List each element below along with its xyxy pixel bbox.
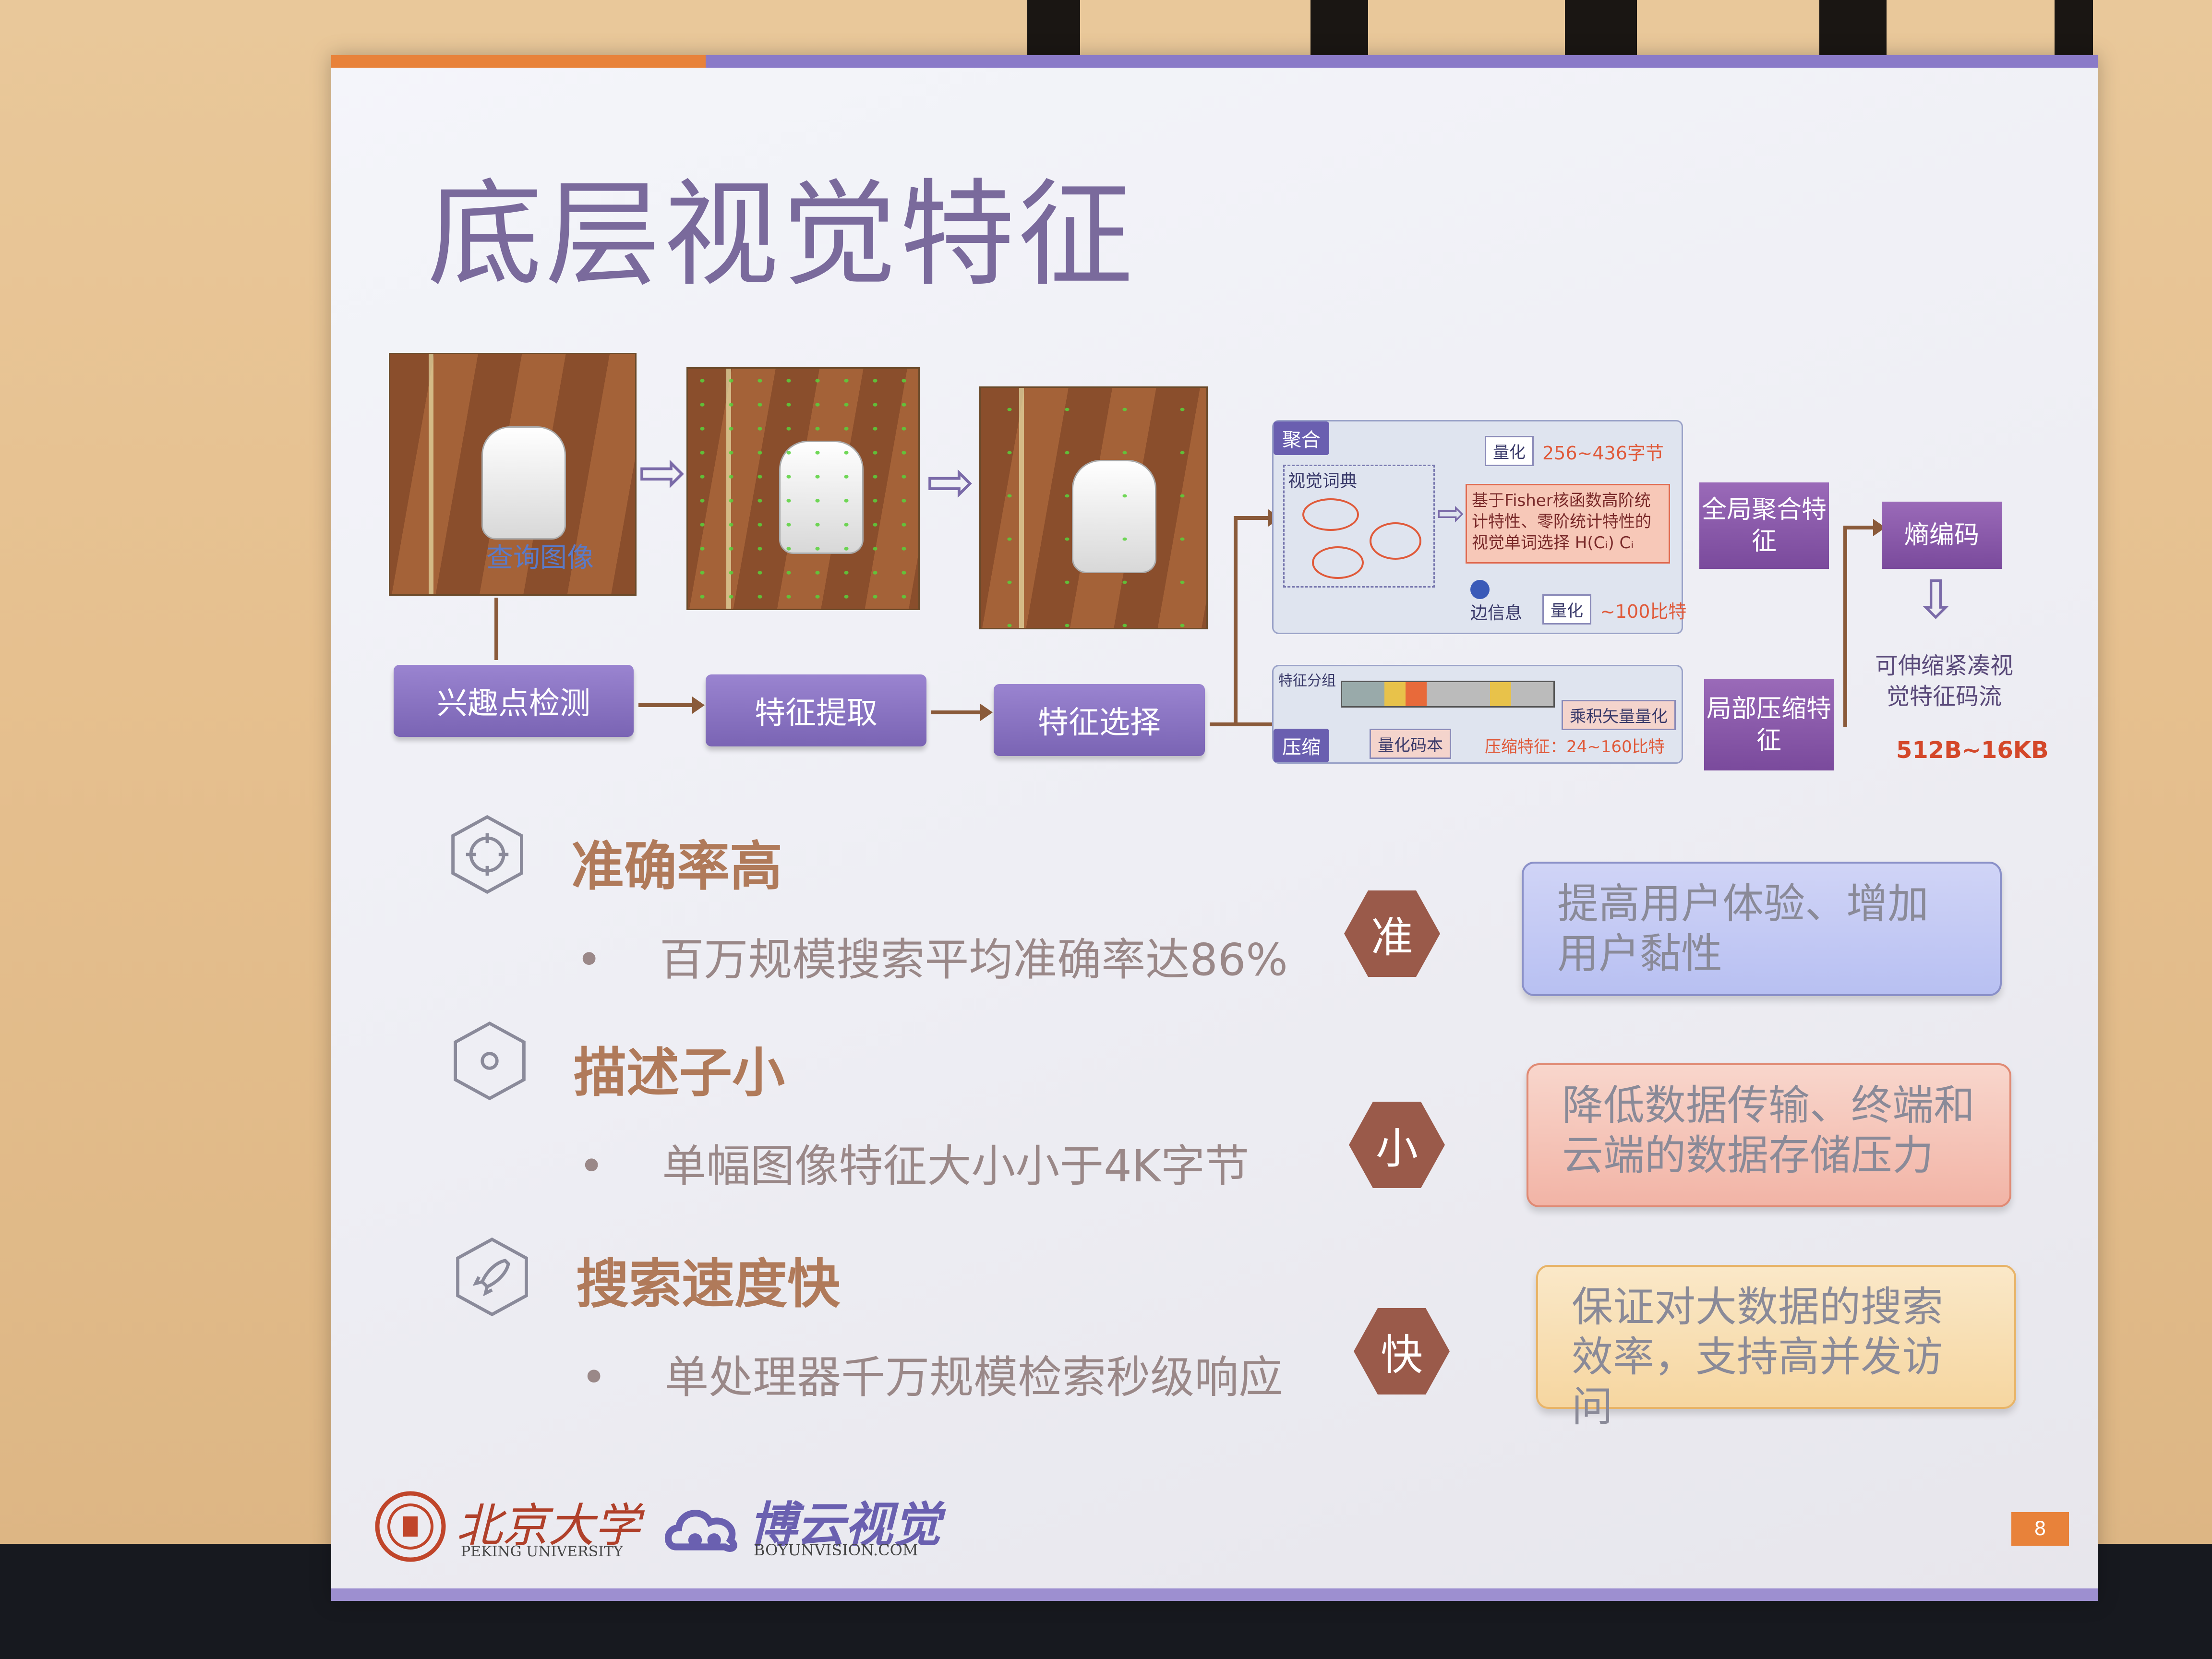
aggregation-panel: 聚合 视觉词典 ⇨ 量化 256~436字节 基于Fisher核函数高阶统计特性… [1272, 420, 1687, 634]
arrow-down-icon: ⇨ [1907, 577, 1969, 622]
quantize-label: 量化 [1542, 594, 1591, 625]
slide-title: 底层视觉特征 [427, 168, 1136, 302]
global-aggregated-feature: 全局聚合特征 [1699, 482, 1829, 569]
circle-icon [454, 1021, 526, 1101]
feature-title-speed: 搜索速度快 [576, 1253, 840, 1315]
bottom-accent-bar [331, 1588, 2098, 1601]
rocket-icon [456, 1237, 528, 1317]
benefit-box-compact: 降低数据传输、终端和云端的数据存储压力 [1527, 1063, 2011, 1207]
query-image: 查询图像 [389, 353, 637, 596]
fisher-selection-box: 基于Fisher核函数高阶统计特性、零阶统计特性的视觉单词选择 H(Cᵢ) Cᵢ [1466, 484, 1670, 564]
badge-small: 小 [1349, 1102, 1445, 1188]
boyun-logo-en: BOYUNVISION.COM [754, 1541, 918, 1559]
arrow-right-icon: ⇨ [926, 449, 975, 516]
local-compressed-feature: 局部压缩特征 [1704, 679, 1834, 770]
feature-bullet-accuracy: 百万规模搜索平均准确率达86% [576, 924, 1288, 988]
feature-grouping-label: 特征分组 [1278, 673, 1336, 689]
edge-info-label: 边信息 [1470, 603, 1523, 623]
edge-info-icon [1470, 580, 1490, 599]
arrow-icon [931, 704, 993, 721]
slide: 底层视觉特征 查询图像 ⇨ ⇨ 兴趣点检测 特征提取 特征选择 聚合 视觉词典 … [331, 55, 2098, 1601]
quantize-range: 256~436字节 [1542, 443, 1664, 464]
quantization-codebook: 量化码本 [1370, 729, 1451, 759]
keypoint-image [686, 367, 920, 610]
arrow-icon [638, 697, 705, 714]
step-interest-point-detection: 兴趣点检测 [394, 665, 634, 737]
step-feature-extraction: 特征提取 [706, 674, 926, 746]
feature-bullet-speed: 单处理器千万规模检索秒级响应 [581, 1342, 1283, 1406]
target-icon [451, 815, 523, 894]
badge-fast: 快 [1354, 1308, 1450, 1395]
compression-panel: 特征分组 乘积矢量量化 压缩 量化码本 压缩特征：24~160比特 [1272, 665, 1683, 764]
pku-seal-icon [375, 1491, 446, 1562]
car-image [481, 426, 566, 540]
stream-size: 512B~16KB [1896, 737, 2049, 764]
quantize-label: 量化 [1485, 436, 1534, 466]
top-accent-bar [706, 55, 2098, 68]
step-feature-selection: 特征选择 [994, 684, 1205, 756]
quantize-bits: ~100比特 [1600, 601, 1687, 622]
arrow-icon [1210, 716, 1286, 733]
arrow-icon [1234, 509, 1281, 527]
pku-logo-en: PEKING UNIVERSITY [461, 1543, 623, 1560]
benefit-box-speed: 保证对大数据的搜索效率，支持高并发访问 [1536, 1265, 2016, 1431]
scalable-stream-label: 可伸缩紧凑视觉特征码流 [1875, 652, 2013, 710]
boyun-cloud-icon [664, 1510, 737, 1552]
benefit-box-accuracy: 提高用户体验、增加用户黏性 [1522, 862, 2002, 996]
page-number: 8 [2011, 1512, 2069, 1546]
compression-tag: 压缩 [1274, 729, 1329, 762]
feature-title-accuracy: 准确率高 [571, 836, 782, 897]
top-accent-bar [331, 55, 706, 68]
feature-bullet-compact: 单幅图像特征大小小于4K字节 [578, 1130, 1249, 1194]
arrow-icon [1843, 519, 1886, 536]
query-image-caption: 查询图像 [486, 542, 594, 574]
aggregation-tag: 聚合 [1274, 421, 1329, 455]
entropy-coding: 熵编码 [1882, 502, 2002, 569]
selected-feature-image [979, 386, 1208, 629]
arrow-right-icon: ⇨ [1437, 493, 1465, 533]
arrow-right-icon: ⇨ [638, 439, 687, 506]
product-vector-quantization: 乘积矢量量化 [1562, 700, 1676, 730]
feature-title-compact: 描述子小 [574, 1042, 785, 1104]
badge-accurate: 准 [1344, 890, 1440, 977]
visual-dictionary-label: 视觉词典 [1288, 471, 1358, 491]
compressed-feature-range: 压缩特征：24~160比特 [1485, 737, 1665, 757]
